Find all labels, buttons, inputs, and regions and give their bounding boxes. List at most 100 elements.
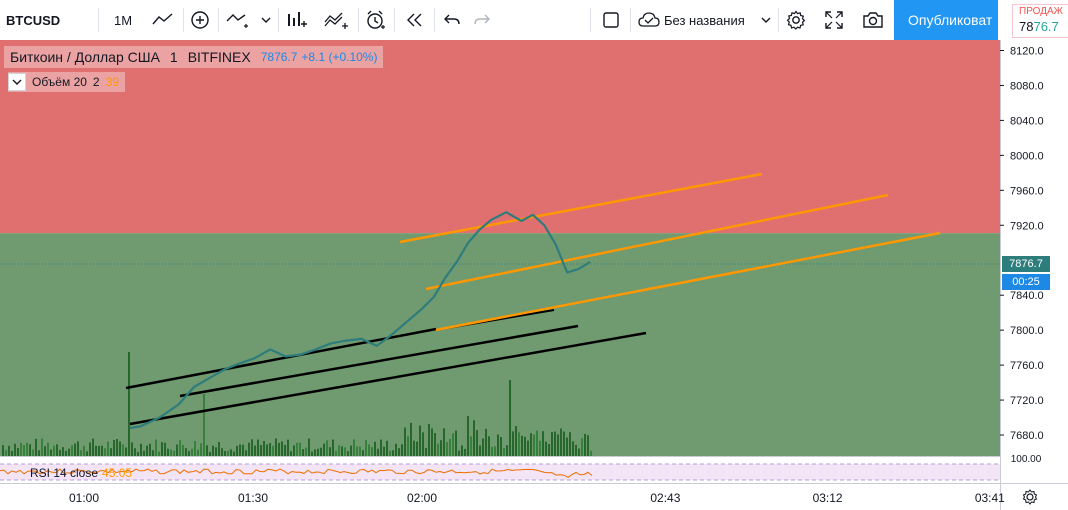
rsi-legend[interactable]: RSI 14 close 45.05 <box>30 466 132 480</box>
volume-bar <box>191 448 193 456</box>
fullscreen-rect-button[interactable] <box>596 0 626 40</box>
layout-dropdown[interactable] <box>758 0 774 40</box>
volume-bar <box>50 449 52 456</box>
sell-price-prefix: 78 <box>1019 19 1034 34</box>
sell-zone <box>0 40 1000 234</box>
volume-bar <box>371 447 373 456</box>
volume-bar <box>224 450 226 456</box>
volume-bar <box>437 443 439 456</box>
volume-bar <box>233 451 235 456</box>
symbol-legend[interactable]: Биткоин / Доллар США 1 BITFINEX 7876.7 +… <box>4 46 384 68</box>
volume-bar <box>380 439 382 456</box>
price-tick-label: 8040.0 <box>1010 115 1044 127</box>
layout-name-button[interactable]: Без названия <box>664 0 754 40</box>
replay-button[interactable] <box>400 0 430 40</box>
volume-bar <box>422 432 424 456</box>
drawing-tool-icon <box>226 14 248 28</box>
volume-value-2: 39 <box>105 75 119 89</box>
alert-button[interactable] <box>362 0 390 40</box>
publish-button[interactable]: Опубликоват <box>894 0 998 40</box>
volume-bar <box>311 451 313 456</box>
time-tick-label: 03:12 <box>813 491 843 505</box>
interval-button[interactable]: 1M <box>106 0 140 40</box>
symbol-search-button[interactable]: BTCUSD <box>6 0 60 40</box>
volume-bar <box>338 445 340 456</box>
price-tick-label: 8120.0 <box>1010 45 1044 57</box>
volume-bar <box>89 442 91 456</box>
chevron-down-icon <box>261 17 271 23</box>
chart-area[interactable]: 8120.0 8080.0 8040.0 8000.0 7960.0 7920.0 7840… <box>0 40 1068 510</box>
compare-button[interactable] <box>284 0 312 40</box>
volume-bar <box>293 445 295 456</box>
drawing-tool-dropdown[interactable] <box>258 0 274 40</box>
sell-price-suffix: 76.7 <box>1033 19 1059 34</box>
volume-bar <box>410 422 412 456</box>
snapshot-button[interactable] <box>858 0 888 40</box>
volume-bar <box>65 450 67 456</box>
volume-bar <box>212 445 214 456</box>
volume-bar <box>386 440 388 456</box>
volume-bar <box>581 438 583 456</box>
volume-bar <box>314 449 316 456</box>
volume-bar <box>74 443 76 456</box>
redo-button[interactable] <box>468 0 496 40</box>
volume-bar <box>83 445 85 456</box>
settings-button[interactable] <box>782 0 810 40</box>
price-tick-label: 7680.0 <box>1010 430 1044 442</box>
volume-bar <box>521 435 523 456</box>
divider <box>278 8 279 32</box>
volume-bar <box>287 439 289 456</box>
volume-bar <box>278 442 280 456</box>
volume-bar <box>317 448 319 456</box>
volume-bar <box>215 447 217 456</box>
volume-bar <box>347 451 349 456</box>
time-tick-label: 01:00 <box>69 491 99 505</box>
symbol-change: +8.1 (+0.10%) <box>301 50 378 64</box>
volume-bar <box>41 438 43 456</box>
volume-bar <box>407 436 409 456</box>
volume-bar <box>359 446 361 456</box>
camera-icon <box>863 12 883 28</box>
undo-button[interactable] <box>438 0 466 40</box>
volume-bar <box>587 435 589 456</box>
volume-bar <box>419 425 421 456</box>
volume-bar <box>86 451 88 456</box>
cloud-save-button[interactable] <box>636 0 662 40</box>
time-tick-label: 01:30 <box>238 491 268 505</box>
volume-bar <box>170 449 172 456</box>
volume-bar <box>236 445 238 456</box>
volume-bar <box>176 444 178 456</box>
volume-bar <box>125 447 127 456</box>
volume-bar <box>251 439 253 456</box>
volume-collapse-button[interactable] <box>8 73 26 91</box>
volume-bar <box>26 442 28 456</box>
divider <box>778 8 779 32</box>
add-indicator-button[interactable] <box>186 0 214 40</box>
indicators-button[interactable] <box>322 0 352 40</box>
volume-bar <box>377 448 379 456</box>
volume-bar <box>272 445 274 456</box>
axis-settings-icon[interactable] <box>1022 489 1038 505</box>
volume-bar <box>530 433 532 456</box>
fullscreen-button[interactable] <box>820 0 848 40</box>
rsi-label: RSI 14 close <box>30 466 99 480</box>
indicators-icon <box>324 12 348 29</box>
settings-icon <box>786 10 806 30</box>
divider <box>358 8 359 32</box>
volume-bar <box>47 442 49 456</box>
chart-style-button[interactable] <box>146 0 180 40</box>
volume-bar <box>443 428 445 456</box>
sell-button[interactable]: ПРОДАЖ 7876.7 <box>1012 4 1068 38</box>
volume-bar <box>68 448 70 456</box>
volume-legend[interactable]: Объём 20 2 39 <box>8 72 125 92</box>
time-axis[interactable] <box>0 483 1000 510</box>
volume-bar <box>365 440 367 456</box>
sell-label: ПРОДАЖ <box>1019 6 1063 17</box>
cloud-icon <box>638 12 660 27</box>
drawing-tool-button[interactable] <box>224 0 254 40</box>
volume-bar <box>113 439 115 456</box>
volume-bar <box>80 450 82 456</box>
volume-bar <box>467 416 469 456</box>
volume-bar <box>491 446 493 456</box>
volume-bar <box>494 446 496 456</box>
